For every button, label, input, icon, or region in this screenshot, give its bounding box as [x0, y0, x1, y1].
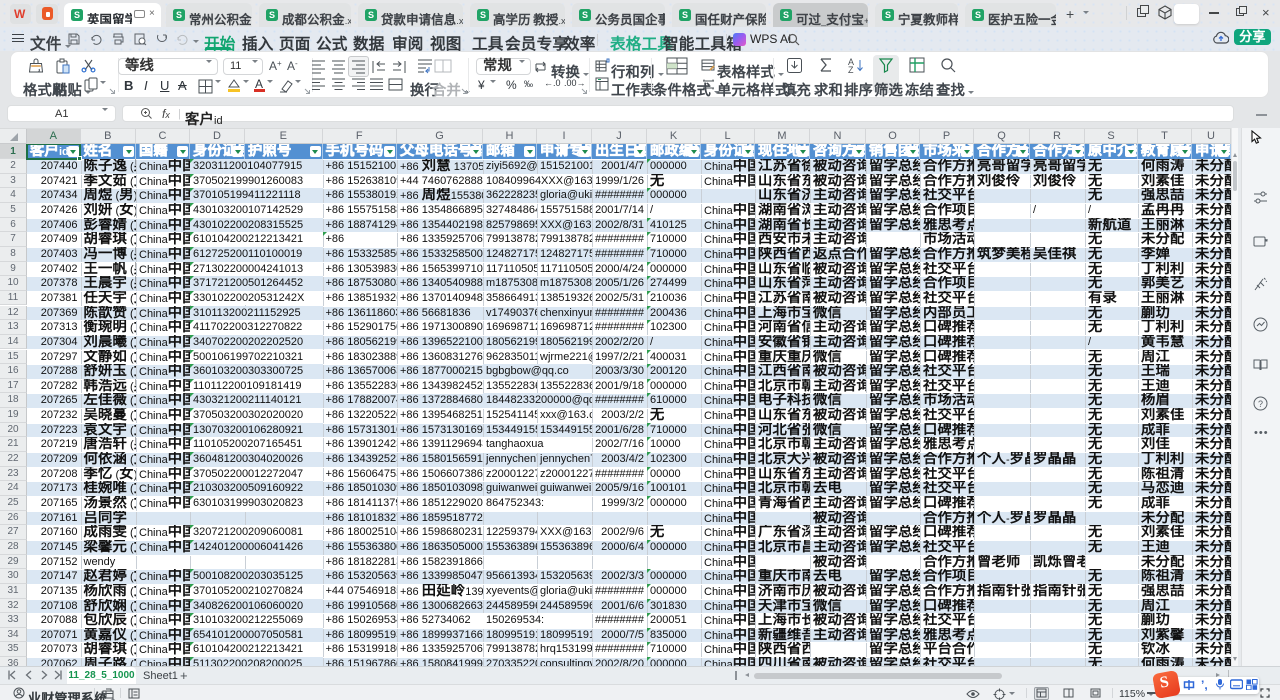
svg-text:Z: Z [848, 65, 854, 73]
svg-text:?: ? [1258, 399, 1263, 409]
